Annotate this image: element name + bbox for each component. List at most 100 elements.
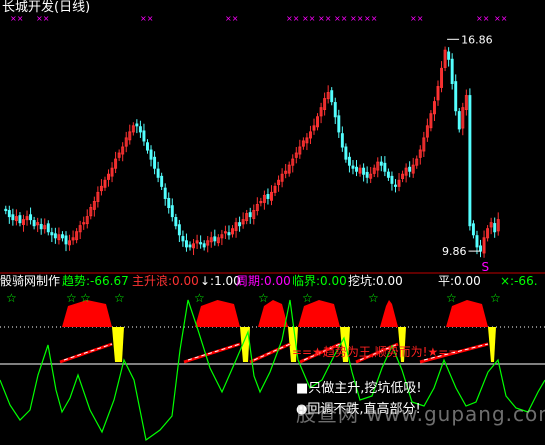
candle-body: [266, 194, 270, 199]
candle-body: [199, 242, 203, 245]
candle-body: [18, 215, 22, 224]
candle-body: [347, 156, 351, 166]
sell-signal-label: S: [482, 260, 490, 274]
star-marker: ☆: [6, 291, 17, 305]
candle-body: [177, 224, 181, 236]
candle-body: [156, 168, 160, 178]
star-marker: ☆: [66, 291, 77, 305]
star-marker: ☆: [302, 291, 313, 305]
candle-body: [333, 102, 337, 118]
candle-body: [447, 51, 451, 60]
star-marker: ☆: [194, 291, 205, 305]
trend-banner: ==★趋势为王,顺势而为!★==: [292, 345, 458, 359]
candle-body: [7, 210, 11, 218]
candle-body: [60, 234, 64, 239]
candle-body: [362, 167, 366, 175]
star-marker: ☆: [258, 291, 269, 305]
indicator-item-down: ↓:1.00: [200, 274, 241, 288]
signal-mark: ××: [476, 14, 489, 23]
candle-body: [4, 208, 8, 212]
signal-mark: ××: [10, 14, 23, 23]
indicator-item-flat: 平:0.00: [438, 274, 481, 288]
signal-mark: ××: [286, 14, 299, 23]
low-price-label: 9.86: [442, 245, 467, 258]
window-title: 长城开发(日线): [2, 0, 91, 15]
signal-mark: ××: [318, 14, 331, 23]
signal-mark: ××: [36, 14, 49, 23]
note-main-rise: ■只做主升,挖坑低吸!: [296, 381, 422, 396]
star-marker: ☆: [490, 291, 501, 305]
candle-body: [390, 175, 394, 184]
candle-body: [471, 223, 475, 236]
candle-body: [475, 235, 479, 248]
indicator-item-trend: 趋势:-66.67: [62, 274, 129, 288]
candle-body: [479, 245, 482, 252]
candle-body: [337, 115, 341, 133]
candle-body: [170, 205, 174, 218]
candle-body: [39, 223, 43, 230]
candle-body: [355, 166, 358, 172]
candle-body: [153, 156, 157, 169]
candle-body: [138, 126, 142, 133]
candle-body: [142, 130, 146, 142]
indicator-item-critical: 临界:0.00: [292, 274, 347, 288]
candle-body: [454, 81, 458, 112]
signal-mark: ××: [140, 14, 153, 23]
candle-body: [160, 175, 164, 187]
candle-body: [213, 236, 217, 242]
signal-mark: ××: [334, 14, 347, 23]
candle-body: [238, 222, 242, 227]
candle-body: [493, 223, 497, 233]
candle-body: [174, 217, 178, 227]
candle-body: [379, 161, 383, 166]
candle-body: [340, 133, 344, 148]
candle-body: [408, 166, 412, 172]
candle-body: [365, 171, 369, 178]
candle-body: [167, 197, 171, 209]
main-wave-block: [380, 300, 398, 327]
candle-body: [386, 171, 390, 178]
star-marker: ☆: [368, 291, 379, 305]
candle-body: [351, 165, 355, 169]
candle-body: [450, 58, 454, 84]
signal-mark: ××: [364, 14, 377, 23]
star-marker: ☆: [80, 291, 91, 305]
candle-body: [457, 111, 461, 130]
candle-body: [50, 232, 54, 236]
candle-body: [202, 243, 206, 248]
signal-mark: ××: [350, 14, 363, 23]
pit-block: [112, 327, 124, 362]
signal-mark: ××: [225, 14, 238, 23]
signal-mark: ××: [410, 14, 423, 23]
candle-body: [468, 95, 472, 227]
signal-mark: ××: [302, 14, 315, 23]
candle-body: [53, 233, 57, 239]
star-marker: ☆: [446, 291, 457, 305]
candle-body: [135, 123, 139, 127]
candle-body: [227, 232, 231, 236]
indicator-item-cycle: 周期:0.00: [236, 274, 291, 288]
indicator-name: 骰骑网制作: [0, 274, 61, 288]
candle-body: [64, 235, 68, 245]
candle-body: [163, 187, 167, 199]
high-price-label: 16.86: [461, 33, 493, 46]
candle-body: [248, 212, 252, 218]
indicator-item-pit: 挖坑:0.00: [348, 274, 403, 288]
indicator-item-x: ×:-66.: [500, 274, 538, 288]
candle-body: [344, 146, 348, 160]
candle-body: [383, 162, 387, 172]
candle-body: [188, 244, 192, 248]
candle-body: [149, 149, 153, 160]
candle-body: [184, 240, 188, 248]
indicator-item-main-wave: 主升浪:0.00: [132, 274, 199, 288]
candle-body: [394, 184, 397, 187]
candle-body: [181, 236, 185, 242]
pit-block: [488, 327, 496, 362]
chart-canvas: ×× ×× ×× ×× ×× ×× ×× ×× ×× ×× ×× ×× ××16.869.86S☆ ☆ ☆ ☆…: [0, 14, 545, 442]
watermark: 股查网 www.gupang.com: [296, 402, 545, 426]
candle-body: [29, 214, 33, 221]
candle-body: [32, 220, 36, 227]
star-marker: ☆: [114, 291, 125, 305]
candle-body: [330, 90, 334, 103]
signal-mark: ××: [494, 14, 507, 23]
